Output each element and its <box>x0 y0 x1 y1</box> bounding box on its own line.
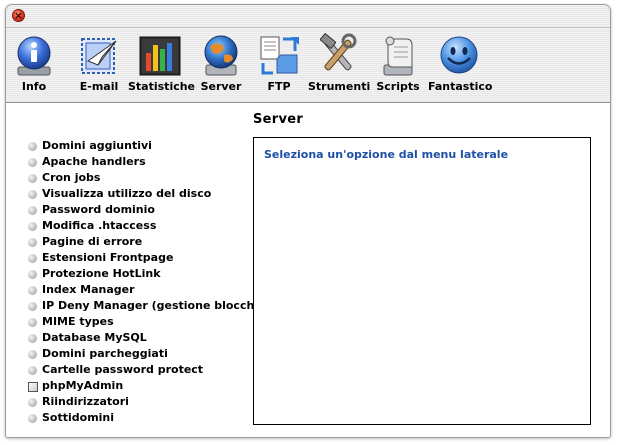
scroll-icon <box>383 36 413 76</box>
ftp-transfer-icon <box>260 36 299 75</box>
menu-item-database-mysql[interactable]: Database MySQL <box>28 330 279 346</box>
menu-item-label: Sottidomini <box>42 411 115 424</box>
toolbar-button-statistiche[interactable]: Statistiche <box>128 33 196 99</box>
menu-item-label: Apache handlers <box>42 155 146 168</box>
bullet-icon <box>28 174 37 183</box>
menu-item-utilizzo-disco[interactable]: Visualizza utilizzo del disco <box>28 186 279 202</box>
bullet-icon <box>28 270 37 279</box>
bullet-icon <box>28 254 37 263</box>
menu-item-phpmyadmin[interactable]: phpMyAdmin <box>28 378 279 394</box>
bullet-icon <box>28 206 37 215</box>
menu-item-label: IP Deny Manager (gestione blocchi IP) <box>42 299 280 312</box>
toolbar-label: Strumenti <box>308 80 371 93</box>
menu-item-pagine-errore[interactable]: Pagine di errore <box>28 234 279 250</box>
menu-item-riindirizzatori[interactable]: Riindirizzatori <box>28 394 279 410</box>
toolbar-button-fantastico[interactable]: Fantastico <box>428 33 493 99</box>
menu-item-domini-parcheggiati[interactable]: Domini parcheggiati <box>28 346 279 362</box>
bullet-icon <box>28 302 37 311</box>
bullet-icon <box>28 286 37 295</box>
panel-message: Seleziona un'opzione dal menu laterale <box>264 148 509 161</box>
side-menu: Domini aggiuntivi Apache handlers Cron j… <box>28 138 279 426</box>
menu-item-label: Cartelle password protect <box>42 363 204 376</box>
menu-item-cartelle-password[interactable]: Cartelle password protect <box>28 362 279 378</box>
menu-item-estensioni-frontpage[interactable]: Estensioni Frontpage <box>28 250 279 266</box>
menu-item-mime-types[interactable]: MIME types <box>28 314 279 330</box>
menu-item-label: Password dominio <box>42 203 155 216</box>
menu-item-index-manager[interactable]: Index Manager <box>28 282 279 298</box>
title-bar: × <box>6 5 610 28</box>
bullet-icon <box>28 398 37 407</box>
app-window: × Info E-mail Statistiche Server FTP Str… <box>5 4 611 438</box>
menu-item-label: Domini parcheggiati <box>42 347 168 360</box>
toolbar-button-scripts[interactable]: Scripts <box>376 33 420 99</box>
toolbar-label: FTP <box>267 80 291 93</box>
toolbar-label: Info <box>21 80 47 93</box>
close-icon: × <box>13 9 24 22</box>
menu-item-label: Pagine di errore <box>42 235 143 248</box>
toolbar-label: Statistiche <box>128 80 196 93</box>
bullet-icon <box>28 190 37 199</box>
menu-item-label: Protezione HotLink <box>42 267 161 280</box>
toolbar-label: Fantastico <box>428 80 493 93</box>
menu-item-modifica-htaccess[interactable]: Modifica .htaccess <box>28 218 279 234</box>
menu-item-sottidomini[interactable]: Sottidomini <box>28 410 279 426</box>
toolbar-button-email[interactable]: E-mail <box>72 33 126 99</box>
toolbar-label: E-mail <box>79 80 119 93</box>
main-content: Server Domini aggiuntivi Apache handlers… <box>6 103 610 437</box>
menu-item-cron-jobs[interactable]: Cron jobs <box>28 170 279 186</box>
toolbar: Info E-mail Statistiche Server FTP Strum… <box>6 28 610 103</box>
bullet-icon <box>28 158 37 167</box>
menu-item-label: Riindirizzatori <box>42 395 129 408</box>
menu-item-label: Database MySQL <box>42 331 147 344</box>
bullet-icon <box>28 318 37 327</box>
bullet-icon <box>28 334 37 343</box>
menu-item-label: Cron jobs <box>42 171 101 184</box>
external-window-icon <box>28 382 38 392</box>
toolbar-button-ftp[interactable]: FTP <box>256 33 302 99</box>
menu-item-label: phpMyAdmin <box>42 379 124 392</box>
bullet-icon <box>28 222 37 231</box>
close-button[interactable]: × <box>12 9 25 22</box>
menu-item-protezione-hotlink[interactable]: Protezione HotLink <box>28 266 279 282</box>
menu-item-password-dominio[interactable]: Password dominio <box>28 202 279 218</box>
page-title: Server <box>6 112 550 127</box>
menu-item-domini-aggiuntivi[interactable]: Domini aggiuntivi <box>28 138 279 154</box>
menu-item-label: Modifica .htaccess <box>42 219 157 232</box>
bullet-icon <box>28 366 37 375</box>
email-stamp-icon <box>81 38 117 74</box>
bullet-icon <box>28 414 37 423</box>
menu-item-label: Visualizza utilizzo del disco <box>42 187 212 200</box>
smiley-icon <box>440 36 478 74</box>
bullet-icon <box>28 238 37 247</box>
tools-icon <box>319 33 357 71</box>
info-icon <box>17 36 51 76</box>
menu-item-label: Estensioni Frontpage <box>42 251 174 264</box>
toolbar-label: Scripts <box>376 80 420 93</box>
menu-item-label: MIME types <box>42 315 114 328</box>
bar-chart-icon <box>139 36 181 76</box>
toolbar-label: Server <box>200 80 242 93</box>
menu-item-label: Index Manager <box>42 283 135 296</box>
menu-item-ip-deny-manager[interactable]: IP Deny Manager (gestione blocchi IP) <box>28 298 279 314</box>
menu-item-label: Domini aggiuntivi <box>42 139 152 152</box>
bullet-icon <box>28 350 37 359</box>
toolbar-button-info[interactable]: Info <box>12 33 56 99</box>
toolbar-button-server[interactable]: Server <box>198 33 244 99</box>
globe-icon <box>204 35 238 76</box>
bullet-icon <box>28 142 37 151</box>
menu-item-apache-handlers[interactable]: Apache handlers <box>28 154 279 170</box>
toolbar-button-strumenti[interactable]: Strumenti <box>308 33 371 99</box>
page-title-text: Server <box>252 112 304 127</box>
detail-panel: Seleziona un'opzione dal menu laterale <box>253 137 591 425</box>
